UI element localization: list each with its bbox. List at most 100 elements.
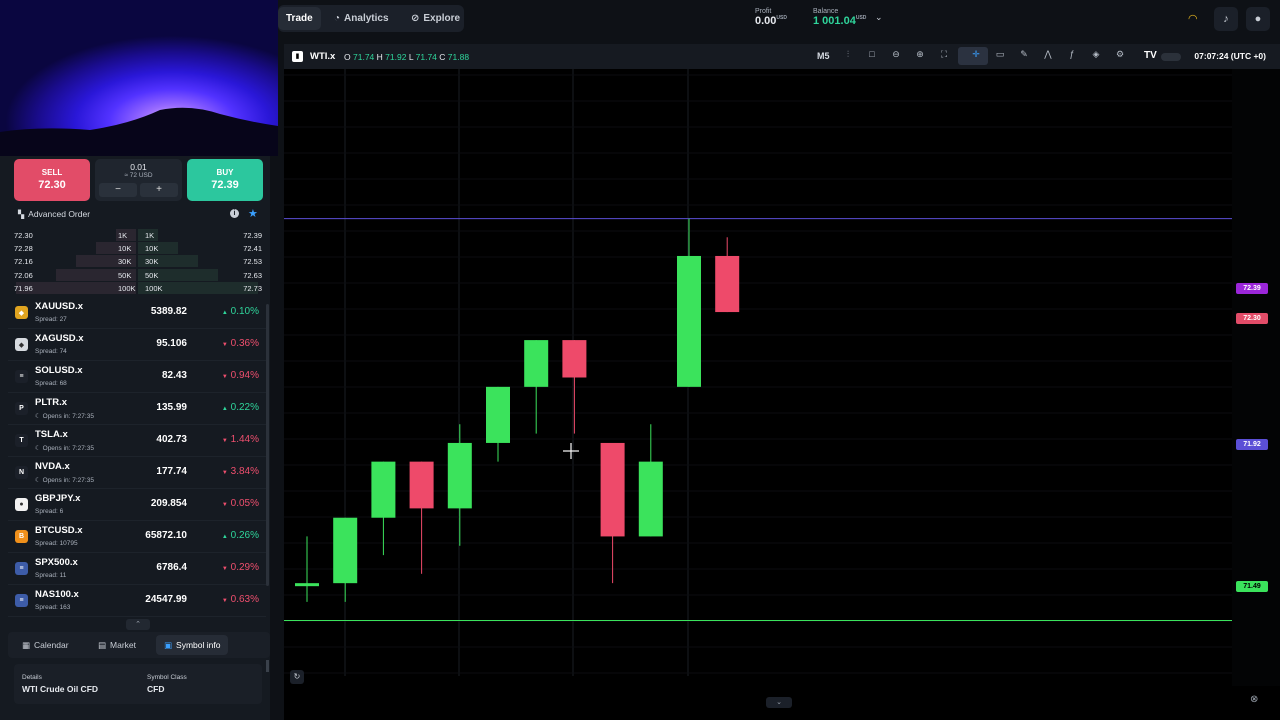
- depth-ask-price: 72.63: [243, 271, 262, 280]
- info-scrollbar[interactable]: [266, 660, 269, 672]
- info-icon[interactable]: i: [230, 209, 239, 218]
- nvidia-icon: N: [15, 466, 28, 479]
- candlestick-chart[interactable]: [284, 69, 1280, 686]
- indicator-icon[interactable]: ⋀: [1040, 49, 1056, 63]
- details-label: Details: [22, 674, 42, 681]
- quantity-increase-button[interactable]: +: [140, 183, 178, 197]
- symbol-name: PLTR.x: [35, 397, 68, 408]
- advanced-order-label: Advanced Order: [28, 209, 91, 219]
- symbol-price: 135.99: [156, 402, 187, 413]
- watchlist-item[interactable]: ◆ XAGUSD.x Spread: 74 95.106 ▼ 0.36%: [8, 329, 266, 361]
- symbol-name: XAUUSD.x: [35, 301, 84, 312]
- gold-icon: ◆: [15, 306, 28, 319]
- depth-row[interactable]: 72.30 1K 1K 72.39: [10, 229, 262, 242]
- ohlc-readout: O 71.74 H 71.92 L 71.74 C 71.88: [344, 52, 470, 62]
- watchlist-item[interactable]: ● GBPJPY.x Spread: 6 209.854 ▼ 0.05%: [8, 489, 266, 521]
- chart-header: ▮ WTI.x O 71.74 H 71.92 L 71.74 C 71.88 …: [284, 44, 1280, 69]
- depth-row[interactable]: 71.96 100K 100K 72.73: [10, 282, 262, 295]
- symbol-subtitle: ☾ Opens in: 7:27:35: [35, 445, 94, 452]
- webcam-silhouette: [0, 107, 278, 156]
- expand-chevron-icon[interactable]: ⌃: [126, 619, 150, 630]
- fit-screen-icon[interactable]: ⛶: [936, 49, 952, 63]
- nav-trade-button[interactable]: Trade: [278, 7, 321, 30]
- quantity-value[interactable]: 0.01: [95, 162, 182, 172]
- depth-bid-size: 30K: [118, 257, 132, 266]
- watchlist-item[interactable]: ≡ NAS100.x Spread: 163 24547.99 ▼ 0.63%: [8, 585, 266, 617]
- symbol-subtitle: Spread: 27: [35, 316, 67, 323]
- symbol-change: ▲ 0.10%: [221, 306, 259, 317]
- profit-currency: USD: [776, 15, 787, 21]
- symbol-change: ▼ 0.94%: [221, 370, 259, 381]
- watchlist-item[interactable]: T TSLA.x ☾ Opens in: 7:27:35 402.73 ▼ 1.44%: [8, 425, 266, 457]
- toggle-switch[interactable]: [1161, 53, 1181, 61]
- quantity-usd: ≈ 72 USD: [124, 172, 153, 179]
- watchlist-item[interactable]: P PLTR.x ☾ Opens in: 7:27:35 135.99 ▲ 0.22%: [8, 393, 266, 425]
- symbol-price: 6786.4: [156, 562, 187, 573]
- quantity-decrease-button[interactable]: −: [99, 183, 137, 197]
- bitcoin-icon: B: [15, 530, 28, 543]
- symbol-subtitle: Spread: 74: [35, 348, 67, 355]
- webcam-overlay: [0, 0, 278, 156]
- depth-row[interactable]: 72.28 10K 10K 72.41: [10, 242, 262, 255]
- symbol-price: 95.106: [156, 338, 187, 349]
- us-flag-icon: ≡: [15, 562, 28, 575]
- symbol-name: NAS100.x: [35, 589, 79, 600]
- notifications-bell-icon[interactable]: ♪: [1214, 7, 1238, 31]
- buy-price: 72.39: [211, 179, 239, 191]
- settings-gear-icon[interactable]: ⚙: [1112, 49, 1128, 63]
- symbol-price: 209.854: [150, 498, 187, 509]
- crosshair-icon[interactable]: ✛: [968, 49, 984, 63]
- zoom-in-icon[interactable]: ⊕: [912, 49, 928, 63]
- nav-explore-button[interactable]: ⊘ Explore: [403, 7, 468, 30]
- rectangle-tool-icon[interactable]: □: [864, 49, 880, 63]
- silver-icon: ◆: [15, 338, 28, 351]
- balance-chevron-down-icon[interactable]: ⌄: [875, 12, 883, 23]
- buy-button[interactable]: BUY 72.39: [187, 159, 263, 201]
- candle-type-icon[interactable]: ⫶: [840, 49, 856, 63]
- horizontal-line-icon[interactable]: ▭: [992, 49, 1008, 63]
- symbol-price: 82.43: [161, 370, 187, 381]
- tab-market[interactable]: ▤ Market: [90, 635, 144, 655]
- watchlist-scrollbar[interactable]: [266, 304, 269, 586]
- star-icon[interactable]: ★: [248, 207, 258, 220]
- chart-symbol[interactable]: WTI.x: [310, 51, 335, 62]
- reset-chart-icon[interactable]: ↻: [290, 670, 304, 684]
- time-axis-handle[interactable]: ⌄: [766, 697, 792, 708]
- candle-body: [524, 340, 549, 387]
- candle-body: [295, 583, 319, 587]
- candle-body: [677, 255, 701, 387]
- symbol-name: NVDA.x: [35, 461, 70, 472]
- depth-ask-size: 100K: [145, 284, 163, 293]
- tab-symbol-info[interactable]: ▣ Symbol info: [156, 635, 229, 655]
- depth-bid-price: 72.06: [14, 271, 33, 280]
- tab-calendar[interactable]: ▦ Calendar: [14, 635, 77, 655]
- candle-body: [562, 340, 587, 378]
- balance-display[interactable]: Balance 1 001.04USD: [813, 8, 866, 27]
- watchlist-item[interactable]: ◆ XAUUSD.x Spread: 27 5389.82 ▲ 0.10%: [8, 297, 266, 329]
- solana-icon: ≡: [15, 370, 28, 383]
- timeframe-select[interactable]: M5: [817, 51, 830, 61]
- watchlist-item[interactable]: ≡ SOLUSD.x Spread: 68 82.43 ▼ 0.94%: [8, 361, 266, 393]
- candle-body: [447, 442, 472, 509]
- profit-display: Profit 0.00USD: [755, 8, 787, 27]
- settings-icon[interactable]: ⊗: [1250, 694, 1258, 705]
- watchlist-item[interactable]: B BTCUSD.x Spread: 10795 65872.10 ▲ 0.26%: [8, 521, 266, 553]
- zoom-out-icon[interactable]: ⊖: [888, 49, 904, 63]
- nav-analytics-button[interactable]: ◔ Analytics: [326, 7, 397, 30]
- account-user-icon[interactable]: ●: [1246, 7, 1270, 31]
- depth-row[interactable]: 72.06 50K 50K 72.63: [10, 269, 262, 282]
- layers-icon[interactable]: ◈: [1088, 49, 1104, 63]
- watchlist-item[interactable]: N NVDA.x ☾ Opens in: 7:27:35 177.74 ▼ 3.84%: [8, 457, 266, 489]
- symbol-change: ▼ 0.05%: [221, 498, 259, 509]
- depth-row[interactable]: 72.16 30K 30K 72.53: [10, 255, 262, 268]
- symbol-class-label: Symbol Class: [147, 674, 187, 681]
- symbol-price: 5389.82: [150, 306, 187, 317]
- depth-ask-size: 10K: [145, 244, 159, 253]
- function-icon[interactable]: ƒ: [1064, 49, 1080, 63]
- pen-icon[interactable]: ✎: [1016, 49, 1032, 63]
- balance-currency: USD: [855, 15, 867, 21]
- sell-button[interactable]: SELL 72.30: [14, 159, 90, 201]
- watchlist-item[interactable]: ≡ SPX500.x Spread: 11 6786.4 ▼ 0.29%: [8, 553, 266, 585]
- advanced-order-toggle[interactable]: ▚ Advanced Order: [18, 209, 90, 219]
- quantity-stepper[interactable]: 0.01 ≈ 72 USD − +: [95, 159, 182, 201]
